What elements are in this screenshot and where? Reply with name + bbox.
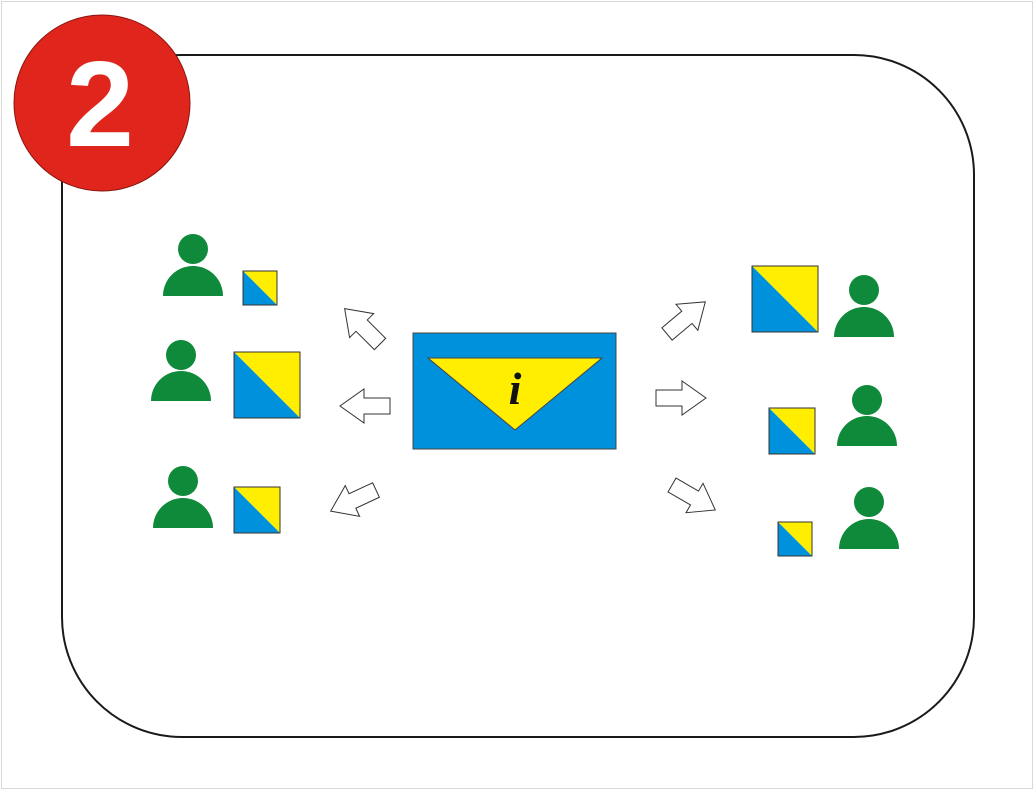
person-left-3-icon <box>153 466 213 528</box>
document-tile-icon <box>768 407 816 455</box>
step-badge: 2 <box>13 14 191 192</box>
step-number: 2 <box>66 36 134 172</box>
message-envelope: i <box>412 332 617 450</box>
person-left-1-icon <box>163 234 223 296</box>
arrow-icon <box>329 482 381 518</box>
document-tile-icon <box>233 351 301 419</box>
document-tile-icon <box>233 486 281 534</box>
arrow-icon <box>655 380 707 416</box>
arrow-icon <box>344 308 387 351</box>
document-tile-icon <box>777 521 813 557</box>
document-tile-icon <box>751 265 819 333</box>
arrow-icon <box>339 388 391 424</box>
arrow-icon <box>661 301 706 341</box>
person-right-2-icon <box>837 385 897 446</box>
diagram-canvas: 2 i <box>13 14 975 738</box>
person-right-3-icon <box>839 487 899 549</box>
info-symbol: i <box>509 363 522 414</box>
arrow-icon <box>667 477 717 514</box>
document-tile-icon <box>242 270 278 306</box>
person-right-1-icon <box>834 275 894 337</box>
person-left-2-icon <box>151 340 211 401</box>
